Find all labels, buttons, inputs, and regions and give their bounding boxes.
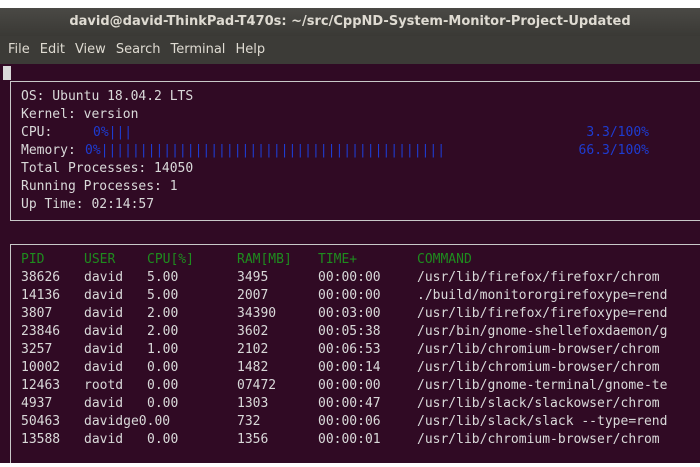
cpu-percent: 3.3/100%: [586, 125, 649, 140]
menu-terminal[interactable]: Terminal: [165, 36, 230, 64]
running-processes-line: Running Processes: 1: [21, 179, 178, 194]
header-user: USER: [84, 252, 116, 267]
menu-search[interactable]: Search: [111, 36, 166, 64]
menu-edit[interactable]: Edit: [35, 36, 70, 64]
process-cell: /usr/lib/gnome-terminal/gnome-te: [417, 378, 668, 393]
process-cell: 1303: [237, 396, 269, 411]
process-cell: 2.00: [147, 324, 179, 339]
process-cell: 2102: [237, 342, 269, 357]
process-cell: david: [84, 270, 124, 285]
process-cell: david: [84, 342, 124, 357]
process-cell: 5.00: [147, 270, 179, 285]
text-cursor: [3, 66, 11, 80]
process-cell: 14136: [21, 288, 61, 303]
header-ram: RAM[MB]: [237, 252, 292, 267]
process-cell: 00:00:00: [318, 270, 381, 285]
process-cell: ./build/monitororgirefoxype=rend: [417, 288, 668, 303]
header-pid: PID: [21, 252, 45, 267]
terminal-window: david@david-ThinkPad-T470s: ~/src/CppND-…: [0, 8, 700, 463]
terminal-content[interactable]: OS: Ubuntu 18.04.2 LTS Kernel: version C…: [0, 64, 700, 463]
memory-percent: 66.3/100%: [578, 143, 649, 158]
system-panel: OS: Ubuntu 18.04.2 LTS Kernel: version C…: [10, 81, 700, 221]
process-cell: david: [84, 432, 124, 447]
process-cell: 00:00:00: [318, 378, 381, 393]
header-command: COMMAND: [417, 252, 472, 267]
process-cell: david: [84, 324, 124, 339]
process-cell: /usr/lib/slack/slack --type=rend: [417, 414, 668, 429]
window-title: david@david-ThinkPad-T470s: ~/src/CppND-…: [0, 8, 700, 36]
cpu-label: CPU:: [21, 125, 53, 140]
process-cell: 12463: [21, 378, 61, 393]
process-cell: 00:00:06: [318, 414, 381, 429]
process-cell: david: [84, 288, 124, 303]
process-cell: 00:00:01: [318, 432, 381, 447]
process-cell: 2.00: [147, 306, 179, 321]
process-cell: 732: [237, 414, 261, 429]
process-cell: /usr/lib/slack/slackowser/chrom: [417, 396, 660, 411]
process-cell: david: [84, 306, 124, 321]
menu-help[interactable]: Help: [230, 36, 270, 64]
process-cell: 34390: [237, 306, 277, 321]
process-cell: 13588: [21, 432, 61, 447]
process-cell: 3257: [21, 342, 53, 357]
process-cell: 4937: [21, 396, 53, 411]
process-cell: 38626: [21, 270, 61, 285]
process-cell: david: [84, 396, 124, 411]
memory-label: Memory:: [21, 143, 76, 158]
process-panel: PID USER CPU[%] RAM[MB] TIME+ COMMAND 38…: [10, 244, 700, 463]
menu-view[interactable]: View: [70, 36, 111, 64]
process-cell: 00:00:47: [318, 396, 381, 411]
process-cell: 0.00: [147, 378, 179, 393]
process-cell: 3602: [237, 324, 269, 339]
memory-bar: 0%||||||||||||||||||||||||||||||||||||||…: [85, 143, 446, 158]
menu-file[interactable]: File: [0, 36, 35, 64]
total-processes-line: Total Processes: 14050: [21, 161, 194, 176]
process-cell: 0.00: [147, 360, 179, 375]
menu-bar: File Edit View Search Terminal Help: [0, 36, 700, 64]
process-cell: 5.00: [147, 288, 179, 303]
process-cell: 07472: [237, 378, 277, 393]
process-cell: 1356: [237, 432, 269, 447]
process-cell: /usr/lib/chromium-browser/chrom: [417, 342, 660, 357]
header-time: TIME+: [318, 252, 358, 267]
process-cell: /usr/lib/firefox/firefoxype=rend: [417, 306, 668, 321]
process-cell: david: [84, 360, 124, 375]
cpu-bar: 0%|||: [93, 125, 133, 140]
process-cell: 2007: [237, 288, 269, 303]
process-cell: 3495: [237, 270, 269, 285]
os-line: OS: Ubuntu 18.04.2 LTS: [21, 89, 194, 104]
process-cell: rootd: [84, 378, 124, 393]
process-cell: /usr/lib/chromium-browser/chrom: [417, 360, 660, 375]
process-cell: 00:00:00: [318, 288, 381, 303]
process-cell: 00:06:53: [318, 342, 381, 357]
process-cell: 1482: [237, 360, 269, 375]
header-cpu: CPU[%]: [147, 252, 194, 267]
process-cell: /usr/lib/firefox/firefoxr/chrom: [417, 270, 660, 285]
process-cell: 0.00: [147, 432, 179, 447]
process-cell: davidge0.00: [84, 414, 171, 429]
process-cell: 00:00:14: [318, 360, 381, 375]
process-cell: 00:05:38: [318, 324, 381, 339]
process-cell: 1.00: [147, 342, 179, 357]
process-cell: 0.00: [147, 396, 179, 411]
up-time-line: Up Time: 02:14:57: [21, 197, 155, 212]
process-cell: /usr/bin/gnome-shellefoxdaemon/g: [417, 324, 668, 339]
process-cell: 50463: [21, 414, 61, 429]
process-cell: 00:03:00: [318, 306, 381, 321]
process-cell: 10002: [21, 360, 61, 375]
kernel-line: Kernel: version: [21, 107, 139, 122]
process-cell: 23846: [21, 324, 61, 339]
process-cell: /usr/lib/chromium-browser/chrom: [417, 432, 660, 447]
process-cell: 3807: [21, 306, 53, 321]
